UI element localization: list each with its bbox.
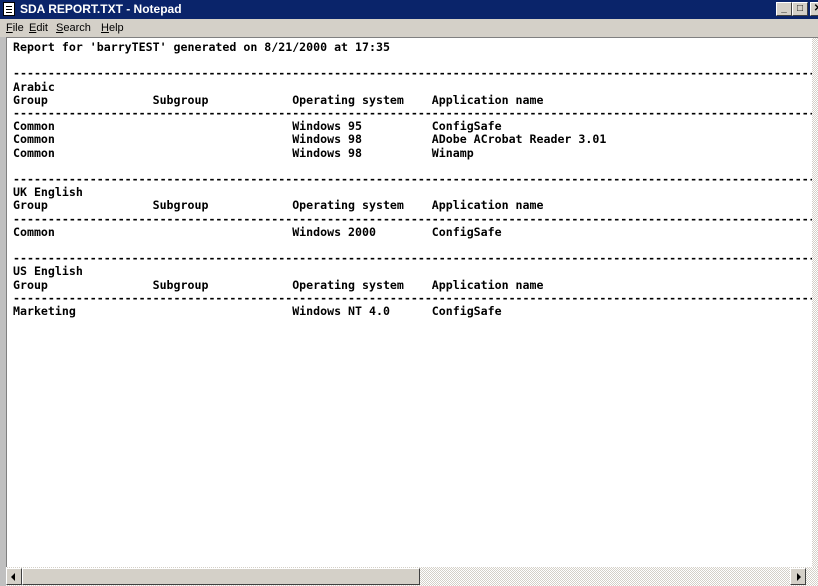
- minimize-button[interactable]: _: [776, 2, 792, 16]
- table-row: Common Windows 98 Winamp: [13, 145, 474, 160]
- separator-line: ----------------------------------------…: [13, 172, 818, 187]
- column-header-row: Group Subgroup Operating system Applicat…: [13, 277, 544, 292]
- horizontal-scrollbar[interactable]: [6, 567, 818, 586]
- report-header: Report for 'barryTEST' generated on 8/21…: [13, 40, 390, 54]
- menu-help[interactable]: Help: [101, 21, 124, 35]
- horizontal-scroll-thumb[interactable]: [22, 568, 420, 585]
- section-language: US English: [13, 264, 83, 279]
- separator-line: ----------------------------------------…: [13, 66, 818, 81]
- arrow-left-icon: [11, 573, 15, 581]
- menu-file[interactable]: File: [6, 21, 24, 35]
- notepad-icon-line: [6, 6, 12, 7]
- menu-search-label: earch: [63, 22, 91, 34]
- menu-bar: File Edit Search Help: [0, 19, 818, 37]
- menu-help-label: elp: [108, 22, 124, 34]
- notepad-icon-line: [6, 12, 12, 13]
- notepad-icon[interactable]: [3, 2, 15, 16]
- section-language: Arabic: [13, 79, 55, 94]
- scroll-right-button[interactable]: [790, 568, 806, 585]
- title-bar[interactable]: SDA REPORT.TXT - Notepad _ □ ✕: [0, 0, 818, 19]
- vertical-scrollbar[interactable]: [812, 38, 818, 568]
- notepad-window: SDA REPORT.TXT - Notepad _ □ ✕ File Edit…: [0, 0, 818, 586]
- window-title: SDA REPORT.TXT - Notepad: [20, 2, 182, 16]
- notepad-icon-line: [6, 9, 12, 10]
- scroll-left-button[interactable]: [6, 568, 22, 585]
- menu-search[interactable]: Search: [56, 21, 91, 35]
- separator-line: ----------------------------------------…: [13, 211, 818, 226]
- close-button[interactable]: ✕: [810, 2, 818, 16]
- report-text: Report for 'barryTEST' generated on 8/21…: [13, 40, 818, 331]
- column-header-row: Group Subgroup Operating system Applicat…: [13, 198, 544, 213]
- table-row: Common Windows 2000 ConfigSafe: [13, 224, 502, 239]
- text-editor-area[interactable]: Report for 'barryTEST' generated on 8/21…: [6, 37, 818, 568]
- menu-file-accel: F: [6, 22, 13, 34]
- arrow-right-icon: [797, 573, 801, 581]
- maximize-button[interactable]: □: [792, 2, 808, 16]
- menu-edit-label: dit: [36, 22, 48, 34]
- separator-line: ----------------------------------------…: [13, 251, 818, 266]
- menu-file-label: ile: [12, 22, 24, 34]
- table-row: Marketing Windows NT 4.0 ConfigSafe: [13, 304, 502, 319]
- menu-edit[interactable]: Edit: [29, 21, 48, 35]
- menu-help-accel: H: [101, 22, 109, 34]
- table-row: Common Windows 98 ADobe ACrobat Reader 3…: [13, 132, 607, 147]
